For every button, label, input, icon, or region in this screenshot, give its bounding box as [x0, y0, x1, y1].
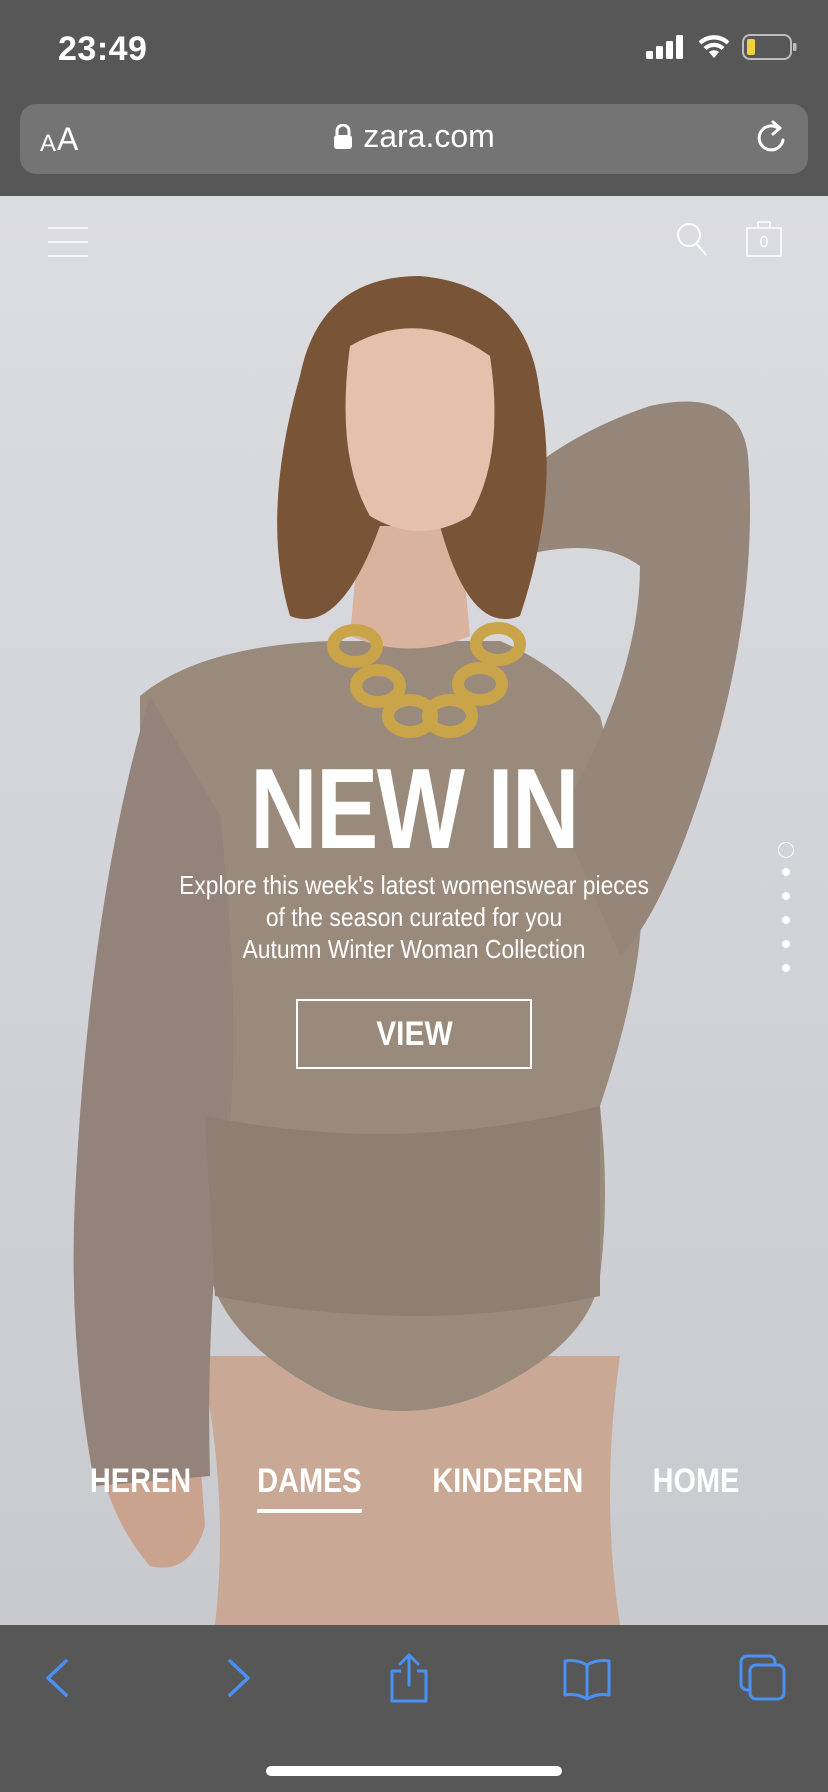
lock-icon — [334, 123, 353, 149]
nav-tab-home[interactable]: HOME — [652, 1462, 739, 1501]
search-icon[interactable] — [676, 222, 708, 258]
nav-tab-kinderen[interactable]: KINDEREN — [432, 1462, 583, 1501]
nav-tab-dames[interactable]: DAMES — [257, 1462, 362, 1513]
status-bar: 23:49 — [0, 0, 828, 98]
slide-dot-active[interactable] — [778, 842, 794, 858]
slide-dot[interactable] — [782, 940, 790, 948]
view-button-label: VIEW — [375, 1014, 453, 1053]
address-bar[interactable]: A A zara.com — [20, 104, 808, 174]
hero-headline: NEW IN — [250, 746, 579, 873]
view-button[interactable]: VIEW — [296, 999, 532, 1069]
url-text: zara.com — [363, 118, 495, 154]
slide-indicator — [778, 842, 794, 988]
nav-tab-heren[interactable]: HEREN — [90, 1462, 191, 1501]
bag-count: 0 — [759, 234, 769, 251]
menu-icon[interactable] — [48, 226, 88, 258]
home-indicator — [266, 1766, 562, 1776]
slide-dot[interactable] — [782, 892, 790, 900]
hero-subtitle-line-3: Autumn Winter Woman Collection — [242, 934, 586, 964]
slide-dot[interactable] — [782, 964, 790, 972]
status-time: 23:49 — [58, 30, 148, 68]
wifi-icon — [698, 35, 730, 58]
battery-icon — [742, 34, 797, 60]
back-icon[interactable] — [34, 1653, 84, 1703]
reload-icon[interactable] — [752, 118, 792, 158]
browser-url-area: A A zara.com — [0, 98, 828, 196]
share-icon[interactable] — [384, 1653, 434, 1703]
category-nav: HEREN DAMES KINDEREN HOME — [0, 1462, 828, 1513]
status-icons — [646, 34, 798, 60]
forward-icon[interactable] — [212, 1653, 262, 1703]
slide-dot[interactable] — [782, 868, 790, 876]
bookmarks-icon[interactable] — [562, 1653, 612, 1703]
shopping-bag-button[interactable]: 0 — [746, 220, 782, 258]
tabs-icon[interactable] — [738, 1653, 788, 1703]
slide-dot[interactable] — [782, 916, 790, 924]
url-display[interactable]: zara.com — [20, 118, 808, 155]
hero-banner[interactable]: 0 NEW IN Explore this week's latest wome… — [0, 196, 828, 1625]
hero-subtitle-line-1: Explore this week's latest womenswear pi… — [179, 870, 649, 900]
signal-icon — [646, 35, 683, 59]
browser-toolbar — [0, 1625, 828, 1792]
hero-subtitle-line-2: of the season curated for you — [265, 902, 563, 932]
